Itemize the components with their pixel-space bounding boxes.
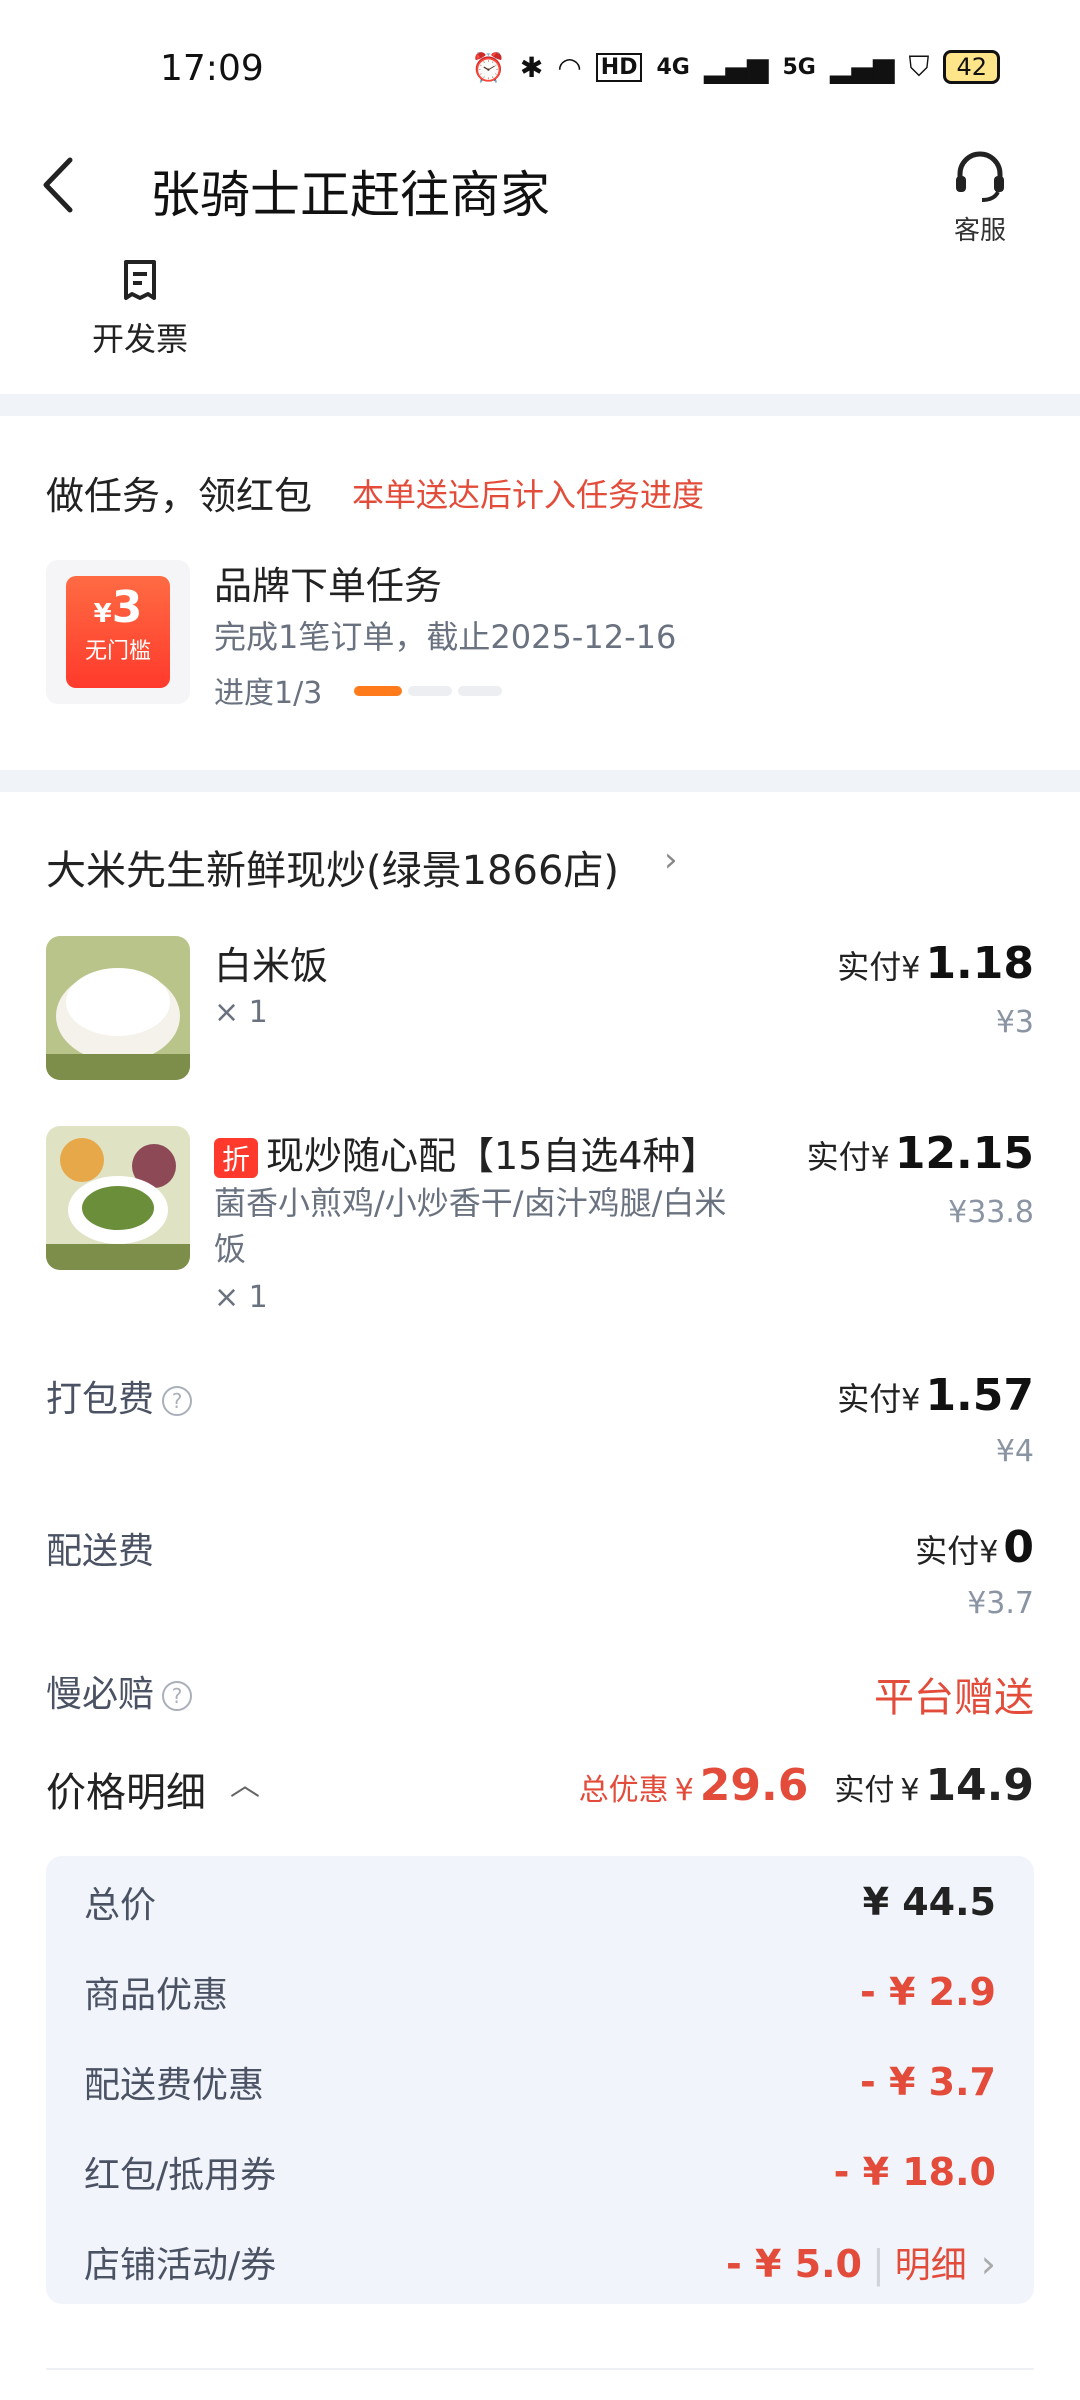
progress-segment-3: [458, 686, 502, 696]
chevron-up-icon[interactable]: ︿: [230, 1760, 260, 1804]
item-pay-2: 实付¥ 12.15: [806, 1128, 1034, 1179]
coupon-amount: ¥3: [93, 582, 143, 633]
red-packet-coupon: ¥3 无门槛: [66, 576, 170, 688]
status-time: 17:09: [160, 48, 264, 89]
invoice-button[interactable]: 开发票: [80, 258, 200, 360]
bluetooth-icon: ✱: [519, 50, 544, 84]
food-image-rice[interactable]: [46, 936, 190, 1080]
detail-link[interactable]: 明细: [895, 2245, 967, 2286]
chevron-right-icon[interactable]: ›: [664, 840, 678, 880]
customer-service-label: 客服: [953, 216, 1006, 246]
task-coupon[interactable]: ¥3 无门槛: [46, 560, 190, 704]
bottom-divider: [46, 2368, 1034, 2370]
breakdown-row: 配送费优惠 - ¥ 3.7: [84, 2060, 996, 2106]
help-icon-2[interactable]: ?: [162, 1681, 193, 1711]
late-guarantee-value: 平台赠送: [874, 1675, 1034, 1721]
price-detail-toggle[interactable]: 价格明细: [46, 1760, 206, 1818]
price-summary: 总优惠 ¥ 29.6 实付 ¥ 14.9: [578, 1760, 1034, 1811]
breakdown-row: 商品优惠 - ¥ 2.9: [84, 1970, 996, 2016]
item-qty-2: × 1: [214, 1280, 268, 1315]
task-progress-text: 进度1/3: [214, 676, 323, 711]
progress-segment-1: [354, 686, 402, 696]
headset-icon: [956, 151, 1004, 202]
breakdown-row: 红包/抵用券 - ¥ 18.0: [84, 2150, 996, 2196]
delivery-fee-label: 配送费: [46, 1531, 155, 1572]
packing-fee-original: ¥4: [995, 1434, 1034, 1469]
page-title: 张骑士正赶往商家: [150, 166, 550, 224]
signal-4g-label: 4G: [656, 54, 690, 80]
item-original-price-2: ¥33.8: [948, 1195, 1034, 1230]
task-note: 本单送达后计入任务进度: [352, 476, 705, 514]
food-image-combo[interactable]: [46, 1126, 190, 1270]
task-name: 品牌下单任务: [214, 564, 443, 608]
item-pay: 实付¥ 1.18: [837, 938, 1034, 989]
task-desc: 完成1笔订单，截止2025-12-16: [214, 618, 677, 656]
item-name-2: 折现炒随心配【15自选4种】: [214, 1125, 719, 1180]
late-guarantee-label: 慢必赔?: [46, 1665, 193, 1717]
section-divider: [0, 394, 1080, 416]
section-divider-2: [0, 770, 1080, 792]
item-name: 白米饭: [214, 944, 329, 988]
store-name[interactable]: 大米先生新鲜现炒(绿景1866店): [46, 838, 619, 896]
coupon-caption: 无门槛: [84, 639, 151, 664]
alarm-icon: ⏰: [471, 50, 506, 84]
signal-5g-label: 5G: [782, 54, 816, 80]
item-qty: × 1: [214, 995, 268, 1030]
price-breakdown-panel: 总价 ¥ 44.5 商品优惠 - ¥ 2.9 配送费优惠 - ¥ 3.7 红包/抵用券…: [46, 1856, 1034, 2304]
help-icon[interactable]: ?: [162, 1386, 193, 1416]
chevron-right-icon-2: ›: [980, 2242, 996, 2286]
battery-icon: 42: [943, 50, 1000, 84]
breakdown-row-store[interactable]: 店铺活动/券 - ¥ 5.0 | 明细 ›: [84, 2232, 996, 2292]
status-icons: ⏰ ✱ ◠ HD 4G ▂▄▆ 5G ▂▄▆ ⛉ 42: [471, 50, 1000, 84]
breakdown-row: 总价 ¥ 44.5: [84, 1880, 996, 1926]
back-button[interactable]: [36, 150, 86, 220]
signal-bars-icon-2: ▂▄▆: [829, 50, 895, 84]
chevron-left-icon: [43, 157, 73, 213]
signal-bars-icon: ▂▄▆: [703, 50, 769, 84]
receipt-icon: [124, 260, 156, 300]
delivery-fee-original: ¥3.7: [967, 1586, 1034, 1621]
delivery-fee-pay: 实付¥ 0: [915, 1522, 1034, 1573]
item-original-price: ¥3: [995, 1005, 1034, 1040]
packing-fee-pay: 实付¥ 1.57: [837, 1370, 1034, 1421]
customer-service-button[interactable]: 客服: [940, 150, 1020, 247]
hd-label: HD: [595, 52, 643, 82]
wifi-icon: ◠: [557, 50, 582, 84]
shield-icon: ⛉: [908, 50, 930, 83]
item-desc: 菌香小煎鸡/小炒香干/卤汁鸡腿/白米饭: [214, 1184, 727, 1268]
packing-fee-label: 打包费?: [46, 1370, 193, 1422]
discount-tag: 折: [214, 1138, 259, 1178]
task-section-title: 做任务，领红包: [46, 474, 313, 518]
progress-segment-2: [408, 686, 452, 696]
invoice-label: 开发票: [91, 320, 188, 358]
